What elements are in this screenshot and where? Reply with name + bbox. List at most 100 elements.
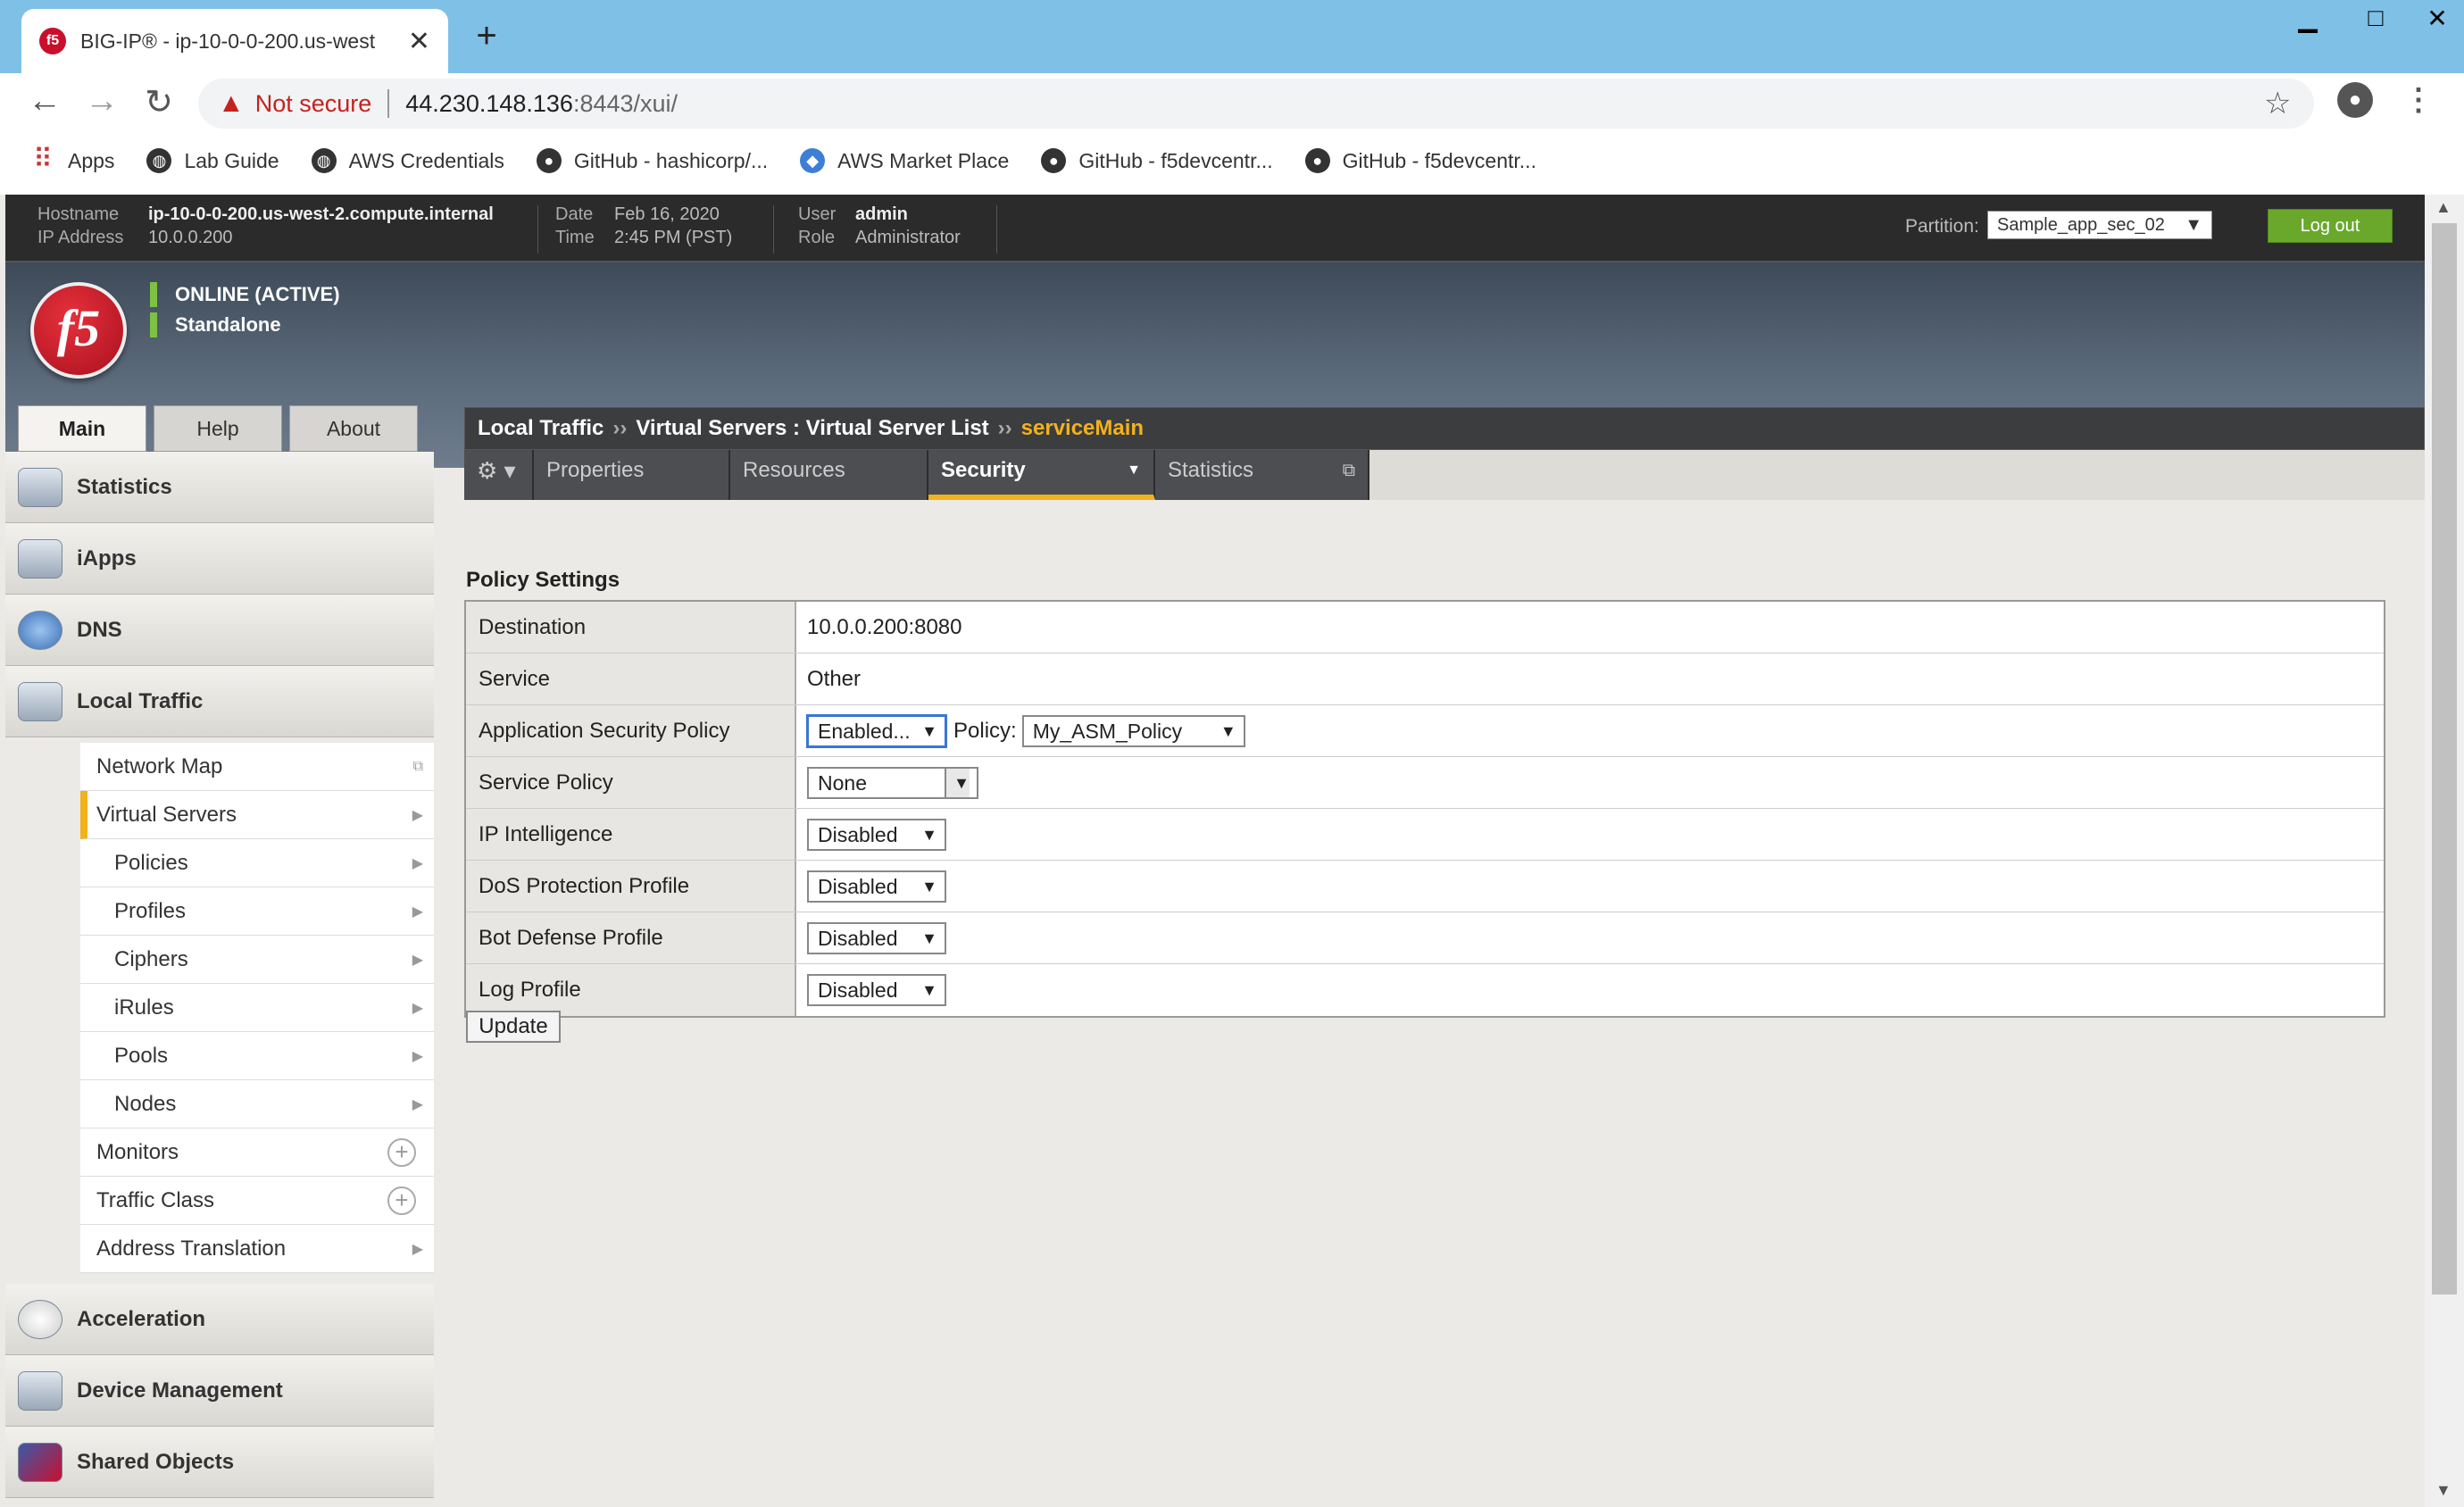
add-icon[interactable]: +: [387, 1186, 416, 1215]
row-label: Application Security Policy: [466, 705, 796, 756]
sidebar-item-monitors[interactable]: Monitors +: [80, 1128, 434, 1177]
asm-policy-select[interactable]: My_ASM_Policy ▼: [1021, 714, 1245, 747]
bookmark-apps[interactable]: ⠿ Apps: [30, 146, 114, 173]
sidebar-section-label: Device Management: [77, 1378, 283, 1403]
github-icon: ●: [1041, 148, 1067, 173]
bookmarks-bar: ⠿ Apps ◍ Lab Guide ◍ AWS Credentials ● GitHu…: [30, 141, 1569, 180]
close-window-icon[interactable]: ✕: [2410, 0, 2464, 36]
sidebar-item-label: iRules: [114, 995, 174, 1020]
log-profile-select[interactable]: Disabled ▼: [807, 974, 946, 1006]
account-icon[interactable]: ●: [2337, 82, 2373, 118]
globe-icon: ◍: [311, 148, 337, 173]
bookmark-github-hashicorp[interactable]: ● GitHub - hashicorp/...: [536, 148, 768, 173]
date-label: Date: [555, 204, 594, 224]
browser-menu-icon[interactable]: ⋮: [2403, 82, 2434, 118]
breadcrumb-virtual-server-list[interactable]: Virtual Servers : Virtual Server List: [636, 416, 988, 440]
logout-button[interactable]: Log out: [2268, 209, 2393, 243]
device-server-icon: [18, 1371, 62, 1411]
sidebar-item-label: Network Map: [96, 754, 223, 778]
tab-security[interactable]: Security ▼: [928, 450, 1155, 500]
tab-properties[interactable]: Properties: [534, 450, 730, 500]
row-log-profile: Log Profile Disabled ▼: [466, 964, 2384, 1016]
user-value: admin: [855, 204, 908, 224]
gear-menu-button[interactable]: ⚙ ▾: [464, 450, 534, 500]
bot-defense-select[interactable]: Disabled ▼: [807, 921, 946, 954]
sidebar-item-pools[interactable]: Pools ▶: [80, 1032, 434, 1080]
sidebar-device-management[interactable]: Device Management: [5, 1355, 434, 1427]
bookmark-github-f5devcentral-2[interactable]: ● GitHub - f5devcentr...: [1304, 148, 1536, 173]
back-arrow-icon[interactable]: ←: [23, 82, 66, 121]
role-value: Administrator: [855, 228, 961, 247]
partition-select[interactable]: Sample_app_sec_02 ▼: [1987, 211, 2212, 239]
asm-enabled-select[interactable]: Enabled... ▼: [807, 714, 946, 747]
sidebar-item-profiles[interactable]: Profiles ▶: [80, 887, 434, 936]
sidebar-iapps[interactable]: iApps: [5, 523, 434, 595]
tab-statistics[interactable]: Statistics ⧉: [1155, 450, 1369, 500]
hostname-label: Hostname: [37, 204, 120, 224]
chevron-right-icon: ▶: [412, 1000, 423, 1016]
sidebar-item-label: Ciphers: [114, 946, 188, 971]
address-bar[interactable]: ▲ Not secure 44.230.148.136:8443/xui/: [198, 79, 2314, 129]
github-icon: ●: [1304, 148, 1330, 173]
sidebar-item-address-translation[interactable]: Address Translation ▶: [80, 1225, 434, 1273]
update-button[interactable]: Update: [466, 1011, 561, 1043]
policy-label: Policy:: [953, 718, 1017, 743]
sidebar-shared-objects[interactable]: Shared Objects: [5, 1427, 434, 1498]
tab-about[interactable]: About: [289, 405, 418, 452]
select-value: My_ASM_Policy: [1032, 719, 1183, 743]
sidebar-item-network-map[interactable]: Network Map ⧉: [80, 743, 434, 791]
row-label: IP Intelligence: [466, 809, 796, 860]
bookmark-lab-guide[interactable]: ◍ Lab Guide: [146, 148, 279, 173]
policy-settings-title: Policy Settings: [466, 568, 620, 592]
sidebar-local-traffic[interactable]: Local Traffic: [5, 666, 434, 737]
scroll-up-icon[interactable]: ▲: [2435, 198, 2452, 217]
tab-help[interactable]: Help: [154, 405, 282, 452]
sidebar-dns[interactable]: DNS: [5, 595, 434, 666]
minimize-window-icon[interactable]: ▁: [2275, 0, 2341, 36]
sidebar-item-nodes[interactable]: Nodes ▶: [80, 1080, 434, 1128]
row-label: Bot Defense Profile: [466, 912, 796, 963]
not-secure-label[interactable]: Not secure: [255, 90, 372, 118]
scroll-down-icon[interactable]: ▼: [2435, 1481, 2452, 1500]
scrollbar-thumb[interactable]: [2432, 223, 2457, 1295]
service-policy-select[interactable]: None ▼: [807, 766, 978, 799]
tab-resources[interactable]: Resources: [730, 450, 928, 500]
row-application-security-policy: Application Security Policy Enabled... ▼ Po…: [466, 705, 2384, 757]
browser-tab[interactable]: f5 BIG-IP® - ip-10-0-0-200.us-west ✕: [21, 9, 448, 73]
service-value: Other: [807, 666, 862, 691]
add-icon[interactable]: +: [387, 1137, 416, 1167]
bookmark-aws-credentials[interactable]: ◍ AWS Credentials: [311, 148, 504, 173]
url-path: :8443/xui/: [572, 89, 678, 117]
bookmark-aws-market-place[interactable]: ◆ AWS Market Place: [800, 148, 1009, 173]
new-tab-button[interactable]: +: [469, 16, 504, 57]
reload-icon[interactable]: ↻: [137, 82, 180, 122]
sidebar-item-ciphers[interactable]: Ciphers ▶: [80, 936, 434, 984]
bookmark-star-icon[interactable]: ☆: [2264, 86, 2291, 121]
sidebar-item-traffic-class[interactable]: Traffic Class +: [80, 1177, 434, 1225]
row-label: Service Policy: [466, 757, 796, 808]
sidebar-section-label: Local Traffic: [77, 688, 204, 713]
sidebar-item-irules[interactable]: iRules ▶: [80, 984, 434, 1032]
dos-profile-select[interactable]: Disabled ▼: [807, 870, 946, 903]
local-traffic-icon: [18, 682, 62, 721]
page-scrollbar[interactable]: ▲ ▼: [2425, 195, 2464, 1507]
chevron-right-icon: ▶: [412, 1048, 423, 1064]
sidebar-item-policies[interactable]: Policies ▶: [80, 839, 434, 887]
ip-intelligence-select[interactable]: Disabled ▼: [807, 818, 946, 851]
tab-main[interactable]: Main: [18, 405, 146, 452]
chevron-down-icon: ▼: [921, 877, 937, 895]
sidebar-acceleration[interactable]: Acceleration: [5, 1284, 434, 1355]
tab-close-icon[interactable]: ✕: [408, 26, 430, 57]
banner-divider: [537, 205, 538, 254]
sidebar-statistics[interactable]: Statistics: [5, 452, 434, 523]
sidebar-section-label: DNS: [77, 617, 122, 642]
bookmark-github-f5devcentral-1[interactable]: ● GitHub - f5devcentr...: [1041, 148, 1273, 173]
chevron-down-icon: ▼: [921, 721, 937, 740]
breadcrumb-local-traffic[interactable]: Local Traffic: [478, 416, 604, 440]
url-text[interactable]: 44.230.148.136:8443/xui/: [405, 90, 678, 118]
maximize-window-icon[interactable]: □: [2343, 0, 2409, 36]
sidebar-item-virtual-servers[interactable]: Virtual Servers ▶: [80, 791, 434, 839]
forward-arrow-icon[interactable]: →: [80, 82, 123, 121]
gear-icon: ⚙ ▾: [477, 457, 516, 484]
sidebar-section-label: Shared Objects: [77, 1449, 235, 1474]
